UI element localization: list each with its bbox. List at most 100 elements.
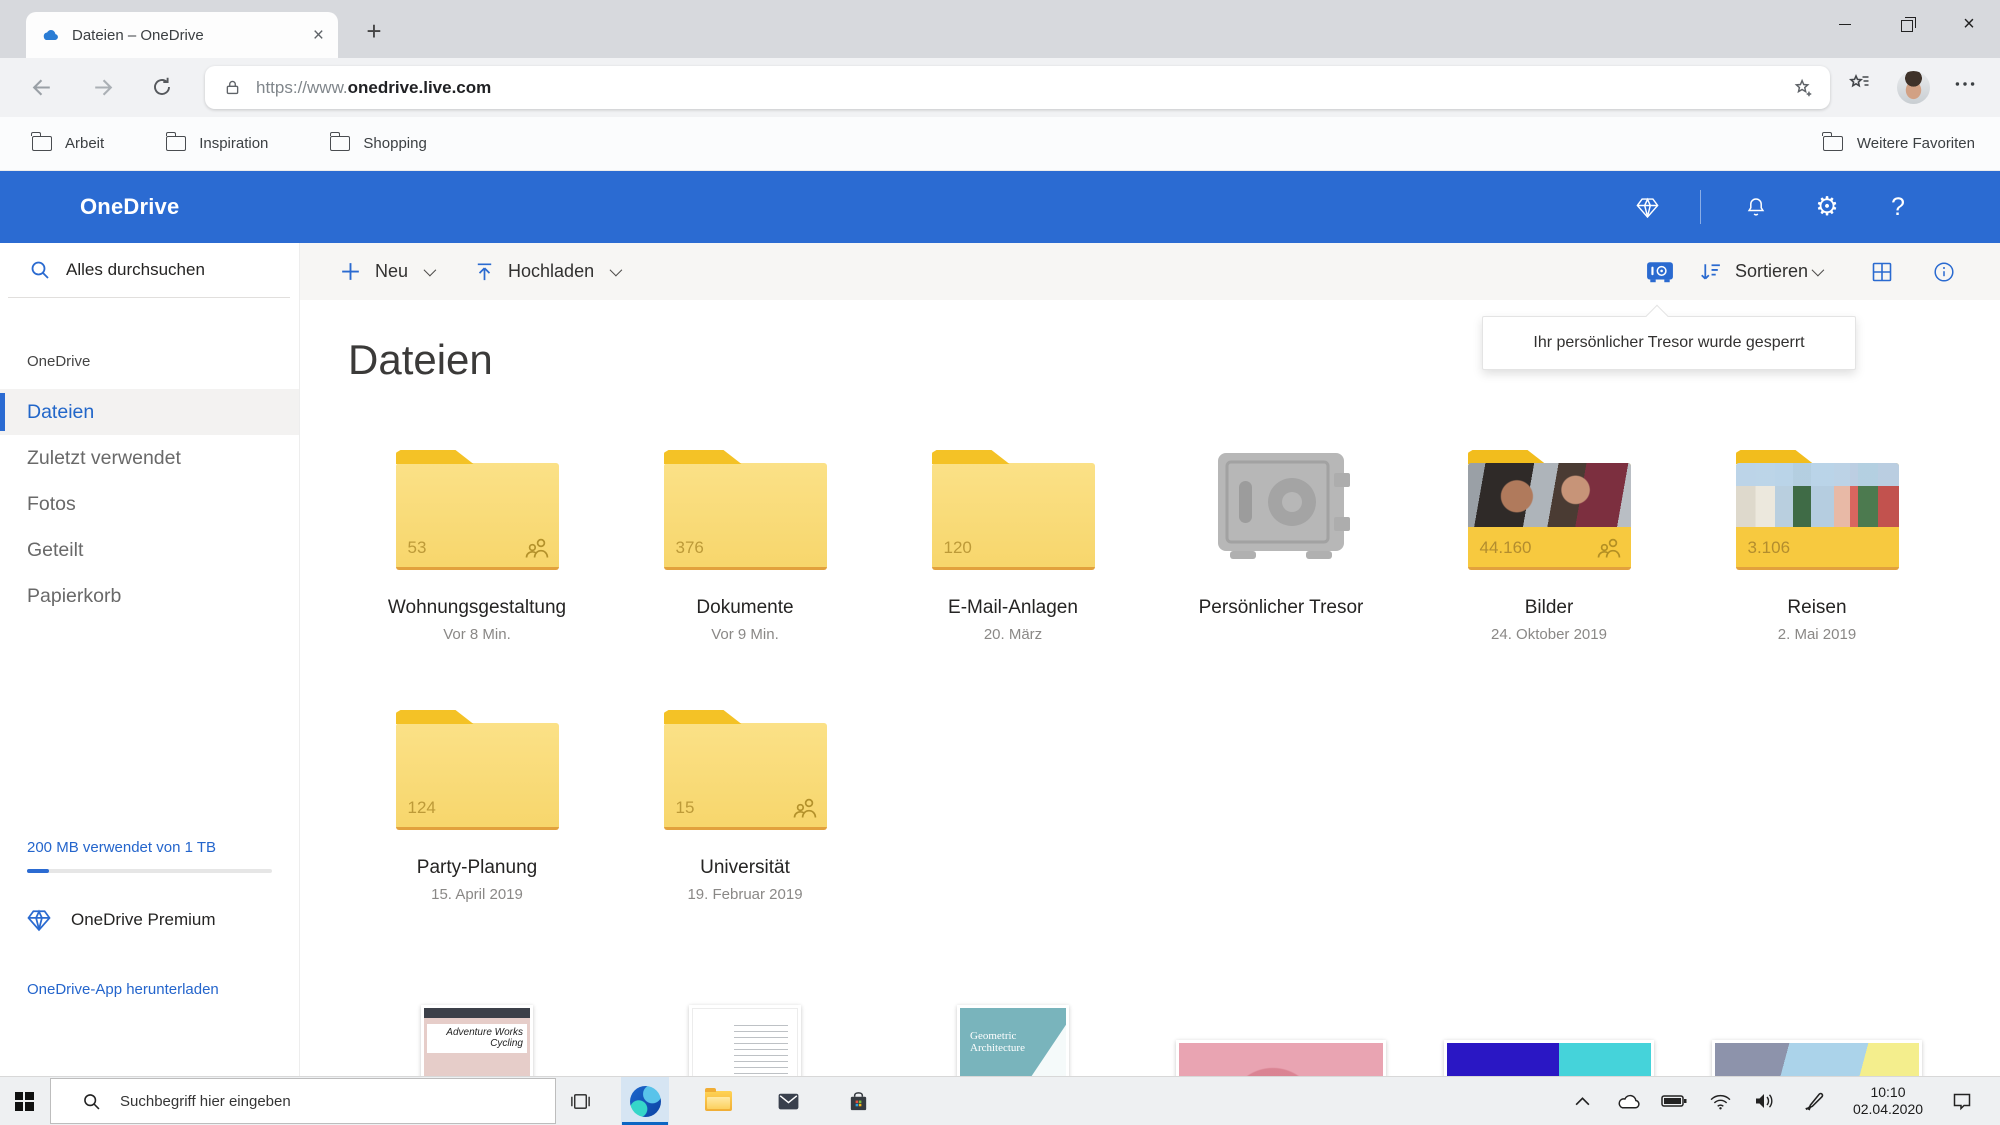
edge-taskbar-button[interactable] [621, 1077, 669, 1125]
shared-people-icon [1596, 536, 1622, 560]
tab-close-icon[interactable]: × [313, 26, 324, 45]
file-tile-geometric-architecture[interactable]: Geometric Architecture [879, 1005, 1147, 1076]
volume-tray-button[interactable] [1744, 1077, 1786, 1125]
premium-label: OneDrive Premium [71, 910, 216, 930]
settings-gear-icon[interactable]: ⚙ [1812, 171, 1842, 243]
taskbar-search[interactable] [50, 1078, 556, 1124]
premium-diamond-icon[interactable] [1633, 171, 1661, 243]
sidebar-item-geteilt[interactable]: Geteilt [0, 527, 299, 573]
notification-icon [1951, 1091, 1973, 1111]
store-button[interactable] [834, 1077, 882, 1125]
address-bar[interactable]: https://www.onedrive.live.com [205, 66, 1830, 109]
favorites-bar-icon[interactable] [1848, 71, 1872, 95]
personal-vault-icon[interactable] [1646, 243, 1674, 300]
folder-tile-bilder[interactable]: 44.160 Bilder 24. Oktober 2019 [1415, 450, 1683, 643]
browser-menu-icon[interactable] [1952, 71, 1978, 97]
task-view-button[interactable] [556, 1077, 604, 1125]
tray-expand-button[interactable] [1566, 1077, 1598, 1125]
onedrive-logo[interactable]: OneDrive [80, 171, 179, 243]
notifications-bell-icon[interactable] [1743, 171, 1769, 243]
clock-time: 10:10 [1870, 1084, 1905, 1101]
browser-tabstrip: Dateien – OneDrive × + × [0, 0, 2000, 58]
sidebar-divider [8, 297, 290, 298]
premium-row[interactable]: OneDrive Premium [25, 906, 216, 934]
folder-thumbnail-street [1736, 463, 1899, 527]
info-icon[interactable] [1932, 243, 1956, 300]
browser-tab[interactable]: Dateien – OneDrive × [26, 12, 338, 58]
folder-tile-party-planung[interactable]: 124 Party-Planung 15. April 2019 [343, 710, 611, 903]
folder-item-count: 3.106 [1748, 538, 1791, 558]
browser-profile-avatar[interactable] [1897, 71, 1930, 104]
folder-tile-dokumente[interactable]: 376 Dokumente Vor 9 Min. [611, 450, 879, 643]
new-button-label: Neu [375, 261, 408, 282]
search-input[interactable] [64, 259, 258, 281]
add-favorite-icon[interactable] [1792, 77, 1814, 99]
sort-button[interactable]: Sortieren [1698, 243, 1821, 300]
folder-item-count: 120 [944, 538, 972, 558]
url-text: https://www.onedrive.live.com [256, 78, 491, 98]
folder-tile-persoenlicher-tresor[interactable]: Persönlicher Tresor [1147, 450, 1415, 643]
store-icon [847, 1090, 870, 1113]
sidebar-item-dateien[interactable]: Dateien [0, 389, 299, 435]
file-tile-blue-teal-image[interactable] [1415, 1005, 1683, 1076]
mail-button[interactable] [764, 1077, 812, 1125]
reload-button[interactable] [150, 75, 174, 99]
sidebar-item-fotos[interactable]: Fotos [0, 481, 299, 527]
folder-date: Vor 9 Min. [711, 626, 779, 643]
more-favorites-label: Weitere Favoriten [1857, 135, 1975, 152]
search-icon [81, 1091, 102, 1112]
more-favorites[interactable]: Weitere Favoriten [1823, 135, 1975, 152]
folder-tile-email-anlagen[interactable]: 120 E-Mail-Anlagen 20. März [879, 450, 1147, 643]
url-prefix: https://www. [256, 78, 348, 97]
file-tile-document[interactable] [611, 1005, 879, 1076]
upload-button[interactable]: Hochladen [473, 260, 619, 283]
start-button[interactable] [0, 1077, 48, 1125]
header-divider [1700, 190, 1701, 224]
storage-usage-link[interactable]: 200 MB verwendet von 1 TB [27, 839, 216, 856]
bookmark-arbeit[interactable]: Arbeit [32, 135, 104, 152]
folder-tile-universitaet[interactable]: 15 Universität 19. Februar 2019 [611, 710, 879, 903]
sidebar-item-papierkorb[interactable]: Papierkorb [0, 573, 299, 619]
file-thumbnail [1179, 1043, 1383, 1076]
view-grid-icon[interactable] [1870, 243, 1894, 300]
file-tile-pink-image[interactable] [1147, 1005, 1415, 1076]
bookmark-folder-icon [1823, 136, 1843, 151]
folder-date: 24. Oktober 2019 [1491, 626, 1607, 643]
back-button[interactable] [30, 75, 55, 100]
wifi-tray-button[interactable] [1700, 1077, 1740, 1125]
folder-item-count: 376 [676, 538, 704, 558]
folder-tile-reisen[interactable]: 3.106 Reisen 2. Mai 2019 [1683, 450, 1951, 643]
onedrive-tray-button[interactable] [1608, 1077, 1648, 1125]
file-explorer-button[interactable] [694, 1077, 742, 1125]
forward-button[interactable] [90, 75, 115, 100]
bookmark-inspiration[interactable]: Inspiration [166, 135, 268, 152]
sidebar-item-zuletzt-verwendet[interactable]: Zuletzt verwendet [0, 435, 299, 481]
file-thumbnail [1715, 1043, 1919, 1076]
window-minimize-button[interactable] [1814, 0, 1876, 48]
folder-icon: 376 [664, 463, 827, 570]
app-download-link[interactable]: OneDrive-App herunterladen [27, 981, 219, 998]
new-tab-button[interactable]: + [356, 15, 392, 47]
taskbar-search-input[interactable] [118, 1092, 502, 1111]
battery-tray-button[interactable] [1654, 1077, 1694, 1125]
search-everything[interactable] [0, 253, 299, 287]
file-tile-adventure-works[interactable]: Adventure Works Cycling [343, 1005, 611, 1076]
bookmark-shopping[interactable]: Shopping [330, 135, 426, 152]
speaker-icon [1753, 1092, 1777, 1110]
window-restore-button[interactable] [1876, 0, 1938, 48]
sort-icon [1698, 259, 1723, 284]
sidebar-section-label: OneDrive [27, 353, 90, 370]
search-icon [28, 258, 52, 282]
action-center-button[interactable] [1940, 1077, 1984, 1125]
window-close-button[interactable]: × [1938, 0, 2000, 48]
help-icon[interactable]: ? [1886, 171, 1910, 243]
chevron-down-icon [1812, 264, 1825, 277]
pen-tray-button[interactable] [1792, 1077, 1834, 1125]
lock-icon [223, 78, 242, 97]
folder-tile-wohnungsgestaltung[interactable]: 53 Wohnungsgestaltung Vor 8 Min. [343, 450, 611, 643]
cloud-icon [1615, 1092, 1642, 1111]
file-tile-illustration[interactable] [1683, 1005, 1951, 1076]
taskbar-clock[interactable]: 10:10 02.04.2020 [1840, 1077, 1936, 1125]
new-button[interactable]: Neu [338, 259, 433, 284]
main-content: Dateien 53 Wohnungsgestaltung Vor 8 Min.… [300, 300, 2000, 1076]
